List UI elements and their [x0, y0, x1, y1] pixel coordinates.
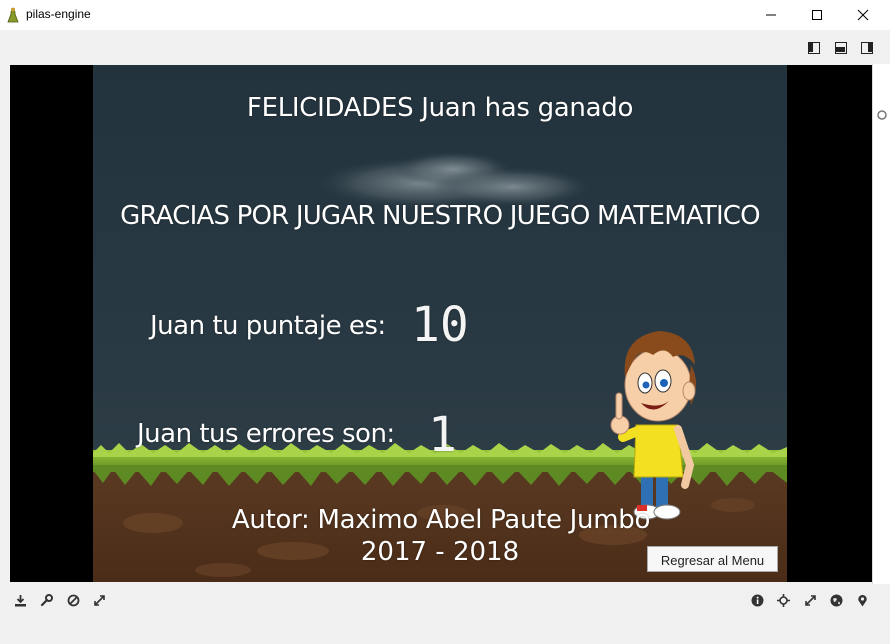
errors-value: 1	[428, 407, 457, 463]
back-to-menu-button[interactable]: Regresar al Menu	[647, 546, 778, 572]
errors-label: Juan tus errores son:	[137, 419, 395, 449]
layout-right-button[interactable]	[861, 42, 873, 54]
score-value: 10	[411, 297, 469, 353]
globe-button[interactable]	[828, 592, 844, 608]
globe-icon	[830, 594, 842, 606]
layout-right-icon	[868, 43, 872, 52]
location-pin-icon	[857, 594, 867, 606]
window-title: pilas-engine	[26, 7, 91, 21]
minimize-button[interactable]	[748, 0, 794, 30]
crosshair-icon	[776, 593, 790, 607]
info-button[interactable]	[749, 592, 765, 608]
win-message: FELICIDADES Juan has ganado	[246, 93, 634, 123]
fullscreen-button[interactable]	[802, 592, 818, 608]
layout-left-icon	[809, 43, 813, 52]
wrench-button[interactable]	[38, 592, 54, 608]
maximize-icon	[812, 10, 822, 20]
layout-bottom-icon	[836, 47, 845, 52]
stop-button[interactable]	[65, 592, 81, 608]
close-icon	[857, 9, 869, 21]
minimize-icon	[766, 14, 776, 16]
window-titlebar: pilas-engine	[0, 0, 890, 30]
location-pin-button[interactable]	[854, 592, 870, 608]
expand-button[interactable]	[91, 592, 107, 608]
crosshair-button[interactable]	[775, 592, 791, 608]
thanks-message: GRACIAS POR JUGAR NUESTRO JUEGO MATEMATI…	[120, 201, 760, 231]
side-panel-edge	[872, 64, 890, 584]
game-scene[interactable]: FELICIDADES Juan has ganado GRACIAS POR …	[93, 65, 787, 582]
app-icon	[7, 7, 19, 23]
info-icon	[751, 594, 763, 606]
bottom-toolbar	[0, 584, 890, 644]
expand-icon	[93, 594, 105, 606]
score-label: Juan tu puntaje es:	[150, 311, 386, 341]
wrench-icon	[40, 593, 53, 606]
collapsed-panel-icon	[877, 110, 887, 120]
author-credit: Autor: Maximo Abel Paute Jumbo	[231, 505, 651, 535]
download-icon	[14, 594, 26, 606]
game-canvas[interactable]: FELICIDADES Juan has ganado GRACIAS POR …	[10, 65, 872, 582]
layout-bottom-button[interactable]	[835, 42, 847, 54]
stop-icon	[67, 594, 79, 606]
maximize-button[interactable]	[794, 0, 840, 30]
download-button[interactable]	[12, 592, 28, 608]
layout-left-button[interactable]	[808, 42, 820, 54]
fullscreen-icon	[804, 594, 816, 606]
close-button[interactable]	[840, 0, 886, 30]
